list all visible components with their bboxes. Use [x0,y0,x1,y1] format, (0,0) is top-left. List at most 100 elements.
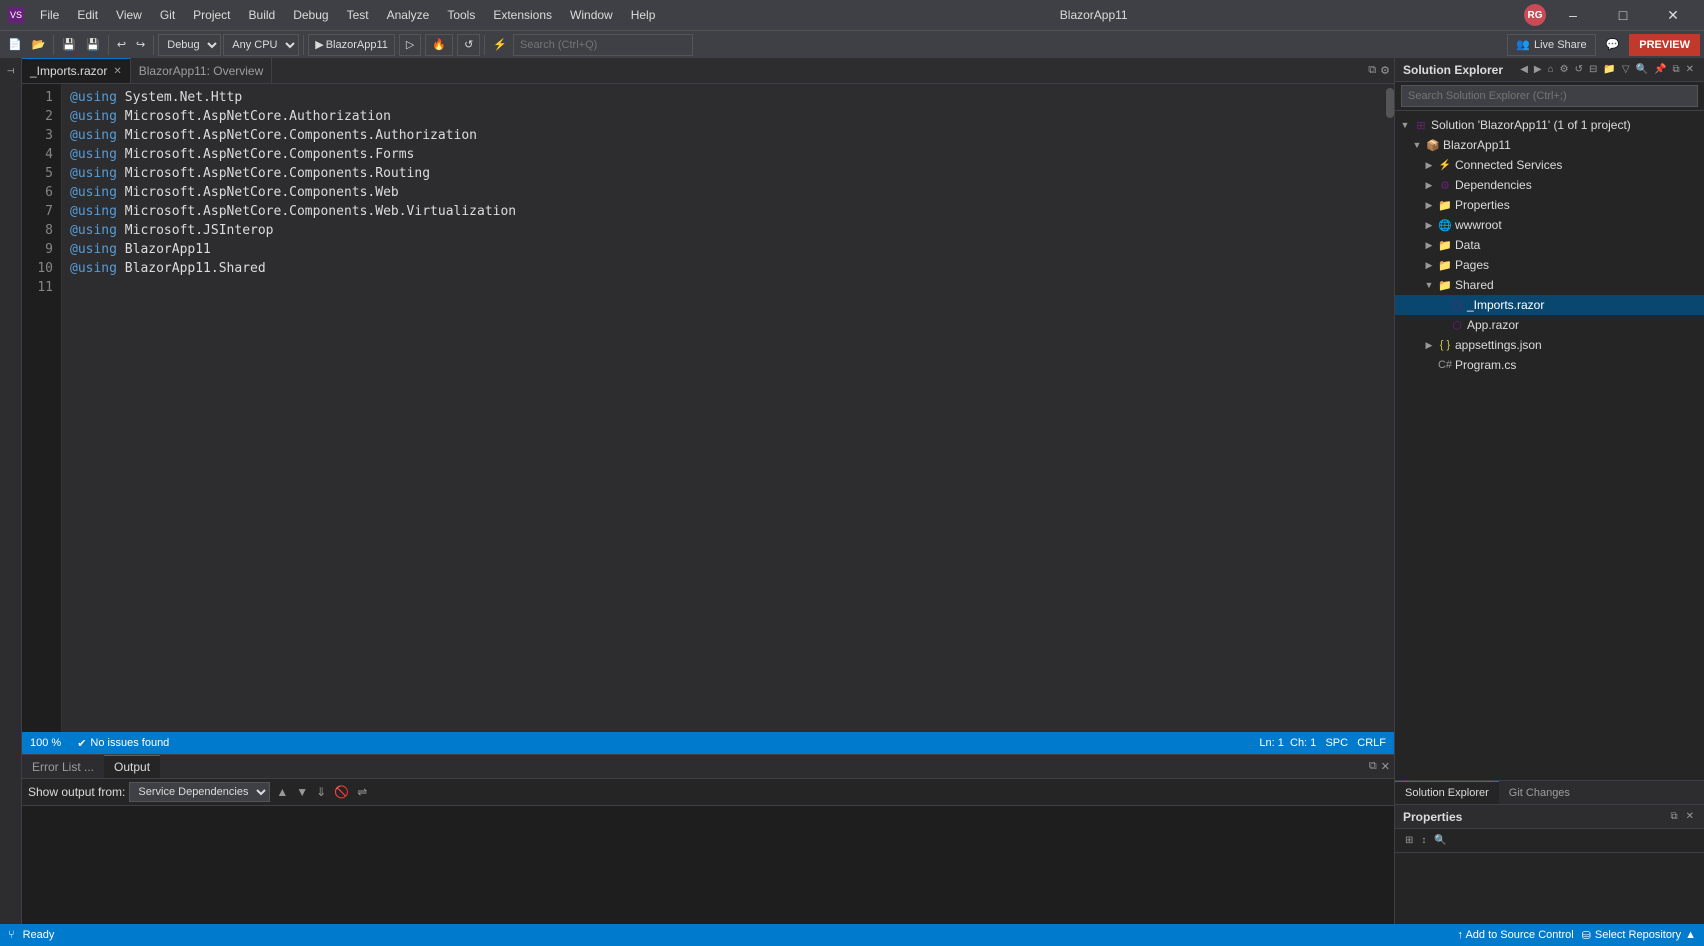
menu-test[interactable]: Test [339,4,377,26]
restart-button[interactable]: ↺ [457,34,480,56]
undo-button[interactable]: ↩ [113,36,130,53]
output-scroll-up[interactable]: ▲ [274,783,290,801]
tab-imports-razor[interactable]: _Imports.razor ✕ [22,58,131,83]
issues-indicator[interactable]: ✔ No issues found [77,737,169,750]
debug-config-dropdown[interactable]: Debug [158,34,221,56]
tree-connected-services[interactable]: ▶ ⚡ Connected Services [1395,155,1704,175]
shared-arrow[interactable]: ▼ [1423,280,1435,290]
tab-overview[interactable]: BlazorApp11: Overview [131,58,273,83]
menu-extensions[interactable]: Extensions [485,4,560,26]
se-search-input[interactable] [1401,85,1698,107]
tree-pages[interactable]: ▶ 📁 Pages [1395,255,1704,275]
dep-arrow[interactable]: ▶ [1423,180,1435,191]
output-clear[interactable]: 🚫 [332,783,351,801]
output-word-wrap[interactable]: ⇌ [355,783,369,801]
new-project-button[interactable]: 📄 [4,36,26,53]
se-home[interactable]: ⌂ [1546,62,1556,77]
output-close-button[interactable]: ✕ [1381,760,1390,773]
prop-categories-button[interactable]: ⊞ [1403,833,1415,848]
se-pin[interactable]: 📌 [1652,62,1668,77]
se-tab-solution-explorer[interactable]: Solution Explorer [1395,781,1499,804]
output-scroll-down[interactable]: ▼ [294,783,310,801]
open-button[interactable]: 📂 [28,36,50,53]
menu-project[interactable]: Project [185,4,238,26]
close-button[interactable]: ✕ [1650,0,1696,30]
code-content[interactable]: @using System.Net.Http @using Microsoft.… [62,84,1386,732]
run-without-debug-button[interactable]: ▷ [399,34,421,56]
props-arrow[interactable]: ▶ [1423,200,1435,211]
live-share-button[interactable]: 👥 Live Share [1507,34,1595,56]
tree-solution[interactable]: ▼ ⊞ Solution 'BlazorApp11' (1 of 1 proje… [1395,115,1704,135]
run-button[interactable]: ▶ BlazorApp11 [308,34,395,56]
se-nav-fwd[interactable]: ▶ [1532,62,1544,77]
output-source-dropdown[interactable]: Service Dependencies Build Debug Git [129,782,270,802]
tree-properties[interactable]: ▶ 📁 Properties [1395,195,1704,215]
save-button[interactable]: 💾 [58,36,80,53]
menu-git[interactable]: Git [152,4,183,26]
tree-program-cs[interactable]: C# Program.cs [1395,355,1704,375]
se-search-btn[interactable]: 🔍 [1634,62,1650,77]
settings-arrow[interactable]: ▶ [1423,340,1435,351]
attach-button[interactable]: ⚡ [489,36,511,53]
minimize-button[interactable]: – [1550,0,1596,30]
preview-button[interactable]: PREVIEW [1629,34,1700,56]
redo-button[interactable]: ↪ [132,36,149,53]
zoom-indicator[interactable]: 100 % [30,737,61,749]
menu-window[interactable]: Window [562,4,621,26]
tree-app-razor[interactable]: ⬡ App.razor [1395,315,1704,335]
menu-file[interactable]: File [32,4,67,26]
menu-debug[interactable]: Debug [285,4,336,26]
save-all-button[interactable]: 💾 [82,36,104,53]
tab-close-imports[interactable]: ✕ [113,66,121,77]
search-input[interactable] [513,34,693,56]
prop-close-button[interactable]: ✕ [1684,809,1696,824]
se-close[interactable]: ✕ [1684,62,1696,77]
maximize-button[interactable]: □ [1600,0,1646,30]
se-refresh[interactable]: ↺ [1573,62,1585,77]
tree-appsettings[interactable]: ▶ { } appsettings.json [1395,335,1704,355]
tab-error-list[interactable]: Error List ... [22,755,104,778]
se-nav-back[interactable]: ◀ [1518,62,1530,77]
se-show-all[interactable]: 📁 [1601,62,1617,77]
www-arrow[interactable]: ▶ [1423,220,1435,231]
tree-project[interactable]: ▼ 📦 BlazorApp11 [1395,135,1704,155]
cs-arrow[interactable]: ▶ [1423,160,1435,171]
tree-imports-razor[interactable]: ⬡ _Imports.razor [1395,295,1704,315]
menu-analyze[interactable]: Analyze [379,4,438,26]
prop-float-button[interactable]: ⧉ [1668,809,1679,824]
menu-view[interactable]: View [108,4,150,26]
prop-search-props-button[interactable]: 🔍 [1432,833,1448,848]
se-filter[interactable]: ▽ [1620,62,1632,77]
add-to-source-button[interactable]: ↑ Add to Source Control [1457,929,1573,941]
pages-arrow[interactable]: ▶ [1423,260,1435,271]
scroll-thumb[interactable] [1386,88,1394,118]
menu-tools[interactable]: Tools [439,4,483,26]
feedback-button[interactable]: 💬 [1602,36,1624,53]
menu-edit[interactable]: Edit [69,4,106,26]
tree-shared[interactable]: ▼ 📁 Shared [1395,275,1704,295]
tree-wwwroot[interactable]: ▶ 🌐 wwwroot [1395,215,1704,235]
user-avatar[interactable]: RG [1524,4,1546,26]
select-repository-button[interactable]: ⛁ Select Repository ▲ [1582,929,1696,942]
hot-reload-button[interactable]: 🔥 [425,34,453,56]
project-expand-arrow[interactable]: ▼ [1411,140,1423,150]
toolbox-button[interactable]: T [2,62,20,80]
expand-arrow[interactable]: ▼ [1399,120,1411,130]
data-arrow[interactable]: ▶ [1423,240,1435,251]
prop-sort-button[interactable]: ↕ [1419,833,1428,848]
se-collapse[interactable]: ⊟ [1587,62,1599,77]
tree-dependencies[interactable]: ▶ ⚙ Dependencies [1395,175,1704,195]
se-float[interactable]: ⧉ [1670,62,1681,77]
tab-split-button[interactable]: ⧉ [1368,64,1376,77]
output-scroll-bottom[interactable]: ⇓ [314,783,328,801]
se-sync[interactable]: ⚙ [1558,62,1571,77]
platform-dropdown[interactable]: Any CPU [223,34,299,56]
editor-scrollbar[interactable] [1386,84,1394,732]
menu-build[interactable]: Build [241,4,284,26]
menu-help[interactable]: Help [623,4,664,26]
output-float-button[interactable]: ⧉ [1369,760,1377,773]
tab-output[interactable]: Output [104,755,160,778]
tree-data[interactable]: ▶ 📁 Data [1395,235,1704,255]
se-tab-git-changes[interactable]: Git Changes [1499,781,1580,804]
tab-settings-button[interactable]: ⚙ [1380,64,1390,77]
